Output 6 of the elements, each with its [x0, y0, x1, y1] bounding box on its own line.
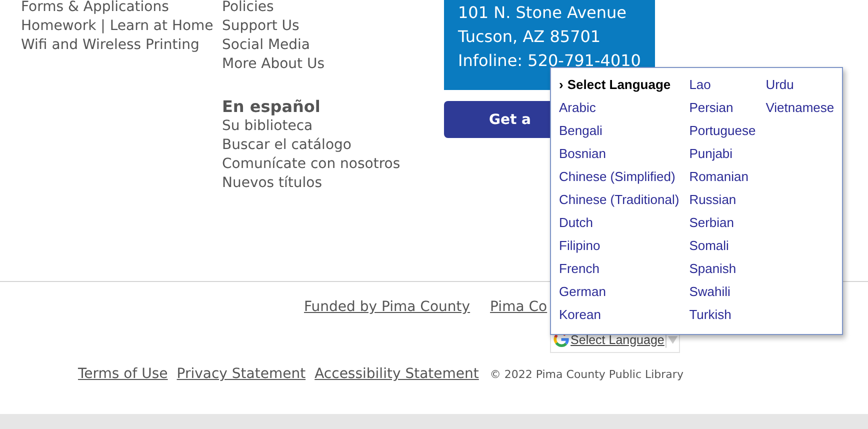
address-line: 101 N. Stone Avenue: [458, 2, 626, 24]
selected-marker: ›: [559, 76, 564, 94]
section-heading: En español: [222, 97, 320, 117]
copyright-text: © 2022 Pima County Public Library: [490, 368, 684, 381]
address-line: Infoline: 520-791-4010: [458, 50, 641, 72]
address-line: Tucson, AZ 85701: [458, 26, 601, 48]
